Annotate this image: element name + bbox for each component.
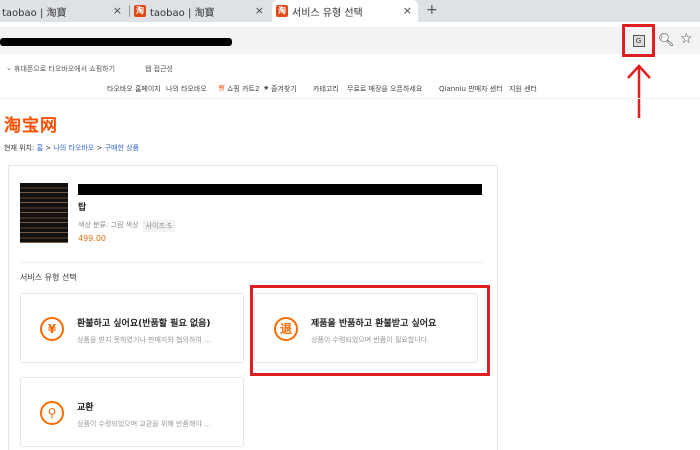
tab-taobao-1[interactable]: taobao | 淘寶 × (0, 0, 128, 22)
shortcut-accessibility[interactable]: 웹 접근성 (145, 64, 173, 74)
nav-divider (0, 98, 700, 99)
close-icon[interactable]: × (403, 4, 412, 17)
exchange-card[interactable]: ⚲ 교환 상품이 수령되었으며 교환을 위해 반품해야 ... (20, 377, 244, 447)
nav-home[interactable]: 타오바오 홈페이지 (107, 84, 161, 94)
shortcut-arrow-icon: ⌄ (6, 64, 12, 72)
card-description: 상품을 받지 못하였거나 판매자와 협의하여 ... (77, 336, 211, 344)
wrench-icon: ⚲ (40, 401, 64, 425)
breadcrumb-sep: > (45, 144, 52, 152)
tab-taobao-2[interactable]: 淘 taobao | 淘寶 × (130, 0, 270, 22)
close-icon[interactable]: × (255, 4, 264, 17)
nav-favorites[interactable]: 즐겨찾기 (271, 84, 297, 94)
nav-cart[interactable]: 쇼핑 카트2 (227, 84, 259, 94)
tab-service-type[interactable]: 淘 서비스 유형 선택 × (272, 0, 418, 22)
translate-button[interactable]: G (622, 24, 655, 57)
section-title: 서비스 유형 선택 (20, 273, 77, 282)
product-title-redaction (78, 184, 482, 195)
yen-icon: ¥ (40, 317, 64, 341)
site-nav: 타오바오 홈페이지 나의 타오바오 🛒︎ 쇼핑 카트2 ★ 즐겨찾기 카테고리 … (0, 80, 700, 98)
tab-label: 서비스 유형 선택 (292, 7, 363, 19)
translate-icon: G (632, 34, 645, 47)
breadcrumb-purchased[interactable]: 구매한 상품 (105, 144, 139, 152)
card-title: 교환 (77, 403, 94, 413)
product-size: 사이즈:S (142, 220, 175, 232)
tab-label: taobao | 淘寶 (150, 7, 215, 19)
nav-support[interactable]: 지원 센터 (509, 84, 537, 94)
product-color: 색상 분류: 그림 색상 (78, 221, 139, 229)
nav-seller-center[interactable]: Qianniu 판매자 센터 (439, 84, 503, 94)
nav-categories[interactable]: 카테고리 (313, 84, 339, 94)
breadcrumb-prefix: 현재 위치: (4, 144, 35, 152)
new-tab-button[interactable]: + (426, 2, 438, 18)
bookmark-star-icon[interactable]: ☆ (680, 31, 693, 47)
shortcut-bar: ⌄ 휴대폰으로 타오바오에서 쇼핑하기 웹 접근성 (0, 60, 700, 76)
url-redaction (0, 38, 232, 46)
breadcrumb-sep: > (96, 144, 103, 152)
breadcrumb-my-taobao[interactable]: 나의 타오바오 (53, 144, 94, 152)
zoom-icon[interactable]: 🔍︎ (658, 33, 675, 48)
star-icon: ★ (263, 84, 270, 92)
shortcut-mobile-shopping[interactable]: 휴대폰으로 타오바오에서 쇼핑하기 (14, 64, 115, 74)
section-divider (20, 262, 483, 263)
close-icon[interactable]: × (113, 4, 122, 17)
product-thumbnail[interactable] (20, 183, 68, 243)
product-price: 499.00 (78, 234, 106, 243)
card-title: 환불하고 싶어요(반품할 필요 없음) (77, 319, 211, 329)
product-name: 탑 (78, 203, 87, 213)
nav-my-taobao[interactable]: 나의 타오바오 (166, 84, 207, 94)
product-attributes: 색상 분류: 그림 색상 사이즈:S (78, 220, 175, 232)
tab-label: taobao | 淘寶 (2, 7, 67, 19)
cart-icon: 🛒︎ (218, 84, 227, 92)
nav-open-store[interactable]: 무료로 매장을 오픈하세요 (347, 84, 422, 94)
card-description: 상품이 수령되었으며 교환을 위해 반품해야 ... (77, 420, 211, 428)
taobao-favicon-icon: 淘 (134, 5, 146, 17)
annotation-highlight (250, 285, 490, 376)
breadcrumb-home[interactable]: 홈 (37, 144, 43, 152)
taobao-favicon-icon: 淘 (276, 5, 288, 17)
breadcrumb: 현재 위치: 홈 > 나의 타오바오 > 구매한 상품 (4, 143, 139, 153)
tab-strip: taobao | 淘寶 × 淘 taobao | 淘寶 × 淘 서비스 유형 선… (0, 0, 700, 22)
refund-only-card[interactable]: ¥ 환불하고 싶어요(반품할 필요 없음) 상품을 받지 못하였거나 판매자와 … (20, 293, 244, 363)
taobao-logo[interactable]: 淘宝网 (4, 111, 58, 136)
